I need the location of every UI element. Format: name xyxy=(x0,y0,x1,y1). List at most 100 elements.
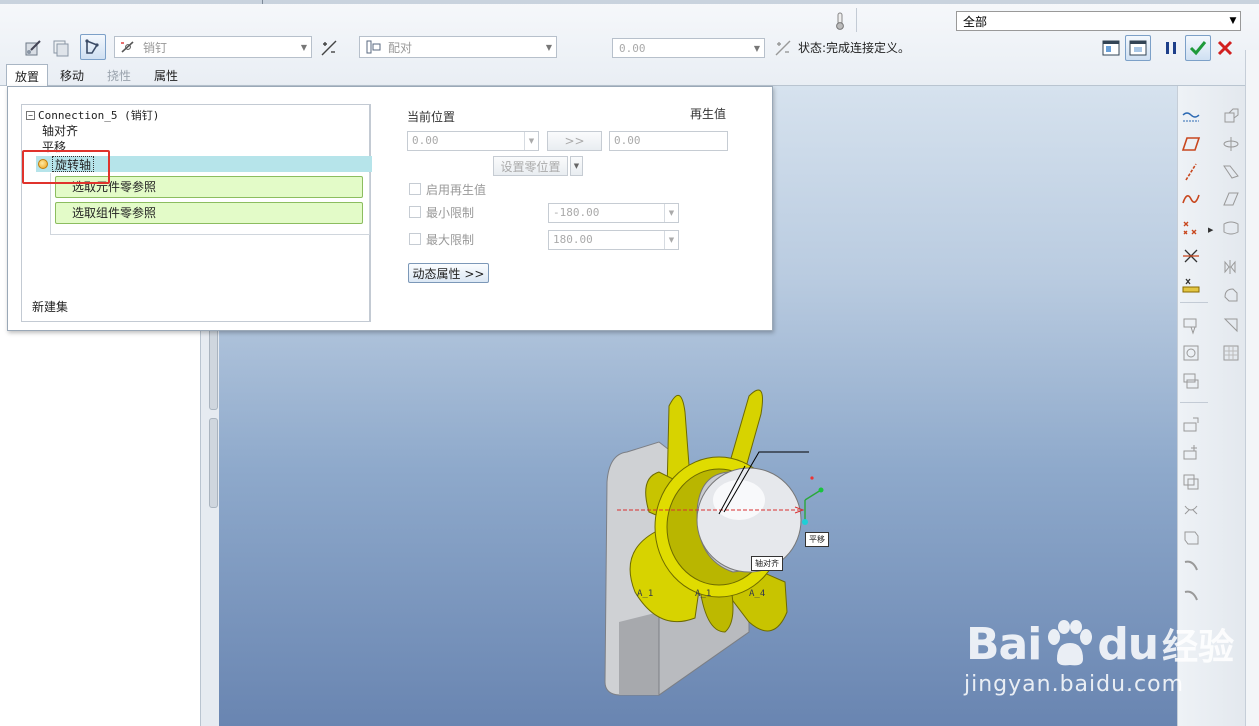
tree-item-label: 旋转轴 xyxy=(52,156,95,172)
mechanism-connection-icon[interactable] xyxy=(80,34,106,60)
toroidal-bend-icon xyxy=(1180,499,1202,521)
status-text: 状态:完成连接定义。 xyxy=(798,41,911,55)
collapse-icon[interactable]: − xyxy=(26,110,35,120)
tree-item-rotation-axis[interactable]: 旋转轴 xyxy=(36,156,372,172)
max-limit-checkbox xyxy=(409,233,421,245)
tab-placement[interactable]: 放置 xyxy=(6,64,49,87)
offset-value: 0.00 xyxy=(619,41,646,55)
plane-icon[interactable] xyxy=(1180,133,1202,155)
component-zero-ref-collector[interactable]: 选取元件零参照 xyxy=(55,176,363,198)
connection-type-value: 销钉 xyxy=(143,40,168,55)
max-limit-combo: 180.00 ▼ xyxy=(548,230,679,250)
translate-callout: 平移 xyxy=(805,532,829,547)
edit-icon xyxy=(1180,314,1202,336)
boundary-blend-icon xyxy=(1220,217,1242,239)
constraint-relation-combo[interactable]: 配对 ▼ xyxy=(359,36,557,58)
selection-filter-combo[interactable]: 全部 ▼ xyxy=(956,11,1241,31)
pin-icon xyxy=(115,39,137,55)
chevron-down-icon[interactable]: ▼ xyxy=(750,39,764,57)
window-edge xyxy=(1245,50,1259,726)
shell-icon xyxy=(1220,284,1242,306)
tree-root-label: Connection_5 (销钉) xyxy=(38,109,160,122)
selection-filter-value: 全部 xyxy=(963,14,988,29)
chevron-down-icon[interactable]: ▼ xyxy=(542,37,556,57)
chevron-down-icon[interactable]: ▼ xyxy=(297,37,311,57)
assembly-zero-ref-collector[interactable]: 选取组件零参照 xyxy=(55,202,363,224)
confirm-check-icon[interactable] xyxy=(1185,35,1211,61)
max-limit-value: 180.00 xyxy=(553,233,593,246)
constraint-relation-value: 配对 xyxy=(388,40,413,55)
panel-sash-handle[interactable] xyxy=(209,418,218,508)
flyout-arrow-icon[interactable]: ▶ xyxy=(1208,226,1213,234)
apply-position-button: >> xyxy=(547,131,602,151)
pattern-icon xyxy=(1180,342,1202,364)
set-zero-position-button: 设置零位置 xyxy=(493,156,568,176)
tab-flexibility: 挠性 xyxy=(107,68,132,83)
connection-type-combo[interactable]: 销钉 ▼ xyxy=(114,36,312,58)
sweep-icon xyxy=(1220,161,1242,183)
toolbar-separator xyxy=(1180,302,1208,303)
watermark-url: jingyan.baidu.com xyxy=(964,672,1185,697)
watermark-brand-cn: 经验 xyxy=(1162,627,1235,668)
flip-direction-icon[interactable] xyxy=(316,35,342,61)
min-limit-checkbox xyxy=(409,206,421,218)
draft-icon xyxy=(1220,314,1242,336)
axis-icon[interactable] xyxy=(1180,161,1202,183)
panel-sash-handle[interactable] xyxy=(209,320,218,410)
dashboard-toolbar: 销钉 ▼ 配对 ▼ 0.00 ▼ 状态:完成连接定义。 全部 ▼ 放置 移动 挠… xyxy=(0,0,1259,87)
toolbar-separator xyxy=(856,8,857,32)
tree-root[interactable]: − Connection_5 (销钉) xyxy=(26,107,159,123)
user-defined-icon[interactable] xyxy=(20,35,46,61)
paw-logo-icon xyxy=(1048,620,1093,666)
tab-properties[interactable]: 属性 xyxy=(146,64,186,86)
chevron-down-icon: ▼ xyxy=(524,132,538,150)
toolbar-separator xyxy=(1180,402,1208,403)
cancel-x-icon[interactable] xyxy=(1212,35,1238,61)
chevron-down-icon: ▼ xyxy=(664,204,678,222)
hole-icon xyxy=(1180,414,1202,436)
rib-icon xyxy=(1180,442,1202,464)
new-set-link[interactable]: 新建集 xyxy=(32,298,68,315)
flatten-icon xyxy=(1180,583,1202,605)
datum-plane-icon[interactable] xyxy=(1180,106,1202,128)
chevron-down-icon[interactable]: ▼ xyxy=(1226,12,1240,30)
revolve-icon xyxy=(1220,133,1242,155)
current-position-combo: 0.00 ▼ xyxy=(407,131,539,151)
analysis-icon[interactable] xyxy=(1180,274,1202,296)
dynamic-properties-button[interactable]: 动态属性 >> xyxy=(408,263,489,283)
tab-move[interactable]: 移动 xyxy=(52,64,92,86)
offset-combo[interactable]: 0.00 ▼ xyxy=(612,38,765,58)
max-limit-label: 最大限制 xyxy=(426,233,475,247)
fan-assembly-model[interactable]: 平移 轴对齐 A_1 A_1 A_4 xyxy=(599,382,839,702)
grid-pattern-icon xyxy=(1220,342,1242,364)
pause-icon[interactable] xyxy=(1158,35,1184,61)
offset-flip-icon[interactable] xyxy=(770,35,796,61)
watermark-brand-a: Bai xyxy=(966,618,1042,670)
thermometer-icon xyxy=(830,8,850,34)
watermark-brand-b: du xyxy=(1097,618,1159,670)
copy-constraint-icon[interactable] xyxy=(48,35,74,61)
coordinate-system-icon[interactable] xyxy=(1180,245,1202,267)
min-limit-value: -180.00 xyxy=(553,206,600,219)
tree-item-axis-align[interactable]: 轴对齐 xyxy=(42,122,78,139)
min-limit-label: 最小限制 xyxy=(426,206,475,220)
tree-item-translate[interactable]: 平移 xyxy=(42,138,66,155)
chevron-down-icon: ▼ xyxy=(664,231,678,249)
placement-panel: − Connection_5 (销钉) 轴对齐 平移 旋转轴 选取元件零参照 选… xyxy=(7,86,773,331)
connection-tree[interactable]: − Connection_5 (销钉) 轴对齐 平移 旋转轴 选取元件零参照 选… xyxy=(21,104,372,322)
group-icon xyxy=(1180,370,1202,392)
enable-regen-label: 启用再生值 xyxy=(426,183,487,197)
curve-icon[interactable] xyxy=(1180,188,1202,210)
copy-geometry-icon xyxy=(1220,106,1242,128)
blend-icon xyxy=(1220,188,1242,210)
axis-label: A_4 xyxy=(749,589,766,599)
warp-icon xyxy=(1180,527,1202,549)
point-icon[interactable] xyxy=(1180,217,1202,239)
check-model-icon[interactable] xyxy=(1125,35,1151,61)
preview-window-icon[interactable] xyxy=(1098,35,1124,61)
model-drawing xyxy=(604,389,824,696)
mate-icon xyxy=(360,39,382,55)
round-icon xyxy=(1180,470,1202,492)
current-position-value: 0.00 xyxy=(412,134,439,147)
axis-align-callout: 轴对齐 xyxy=(751,556,783,571)
